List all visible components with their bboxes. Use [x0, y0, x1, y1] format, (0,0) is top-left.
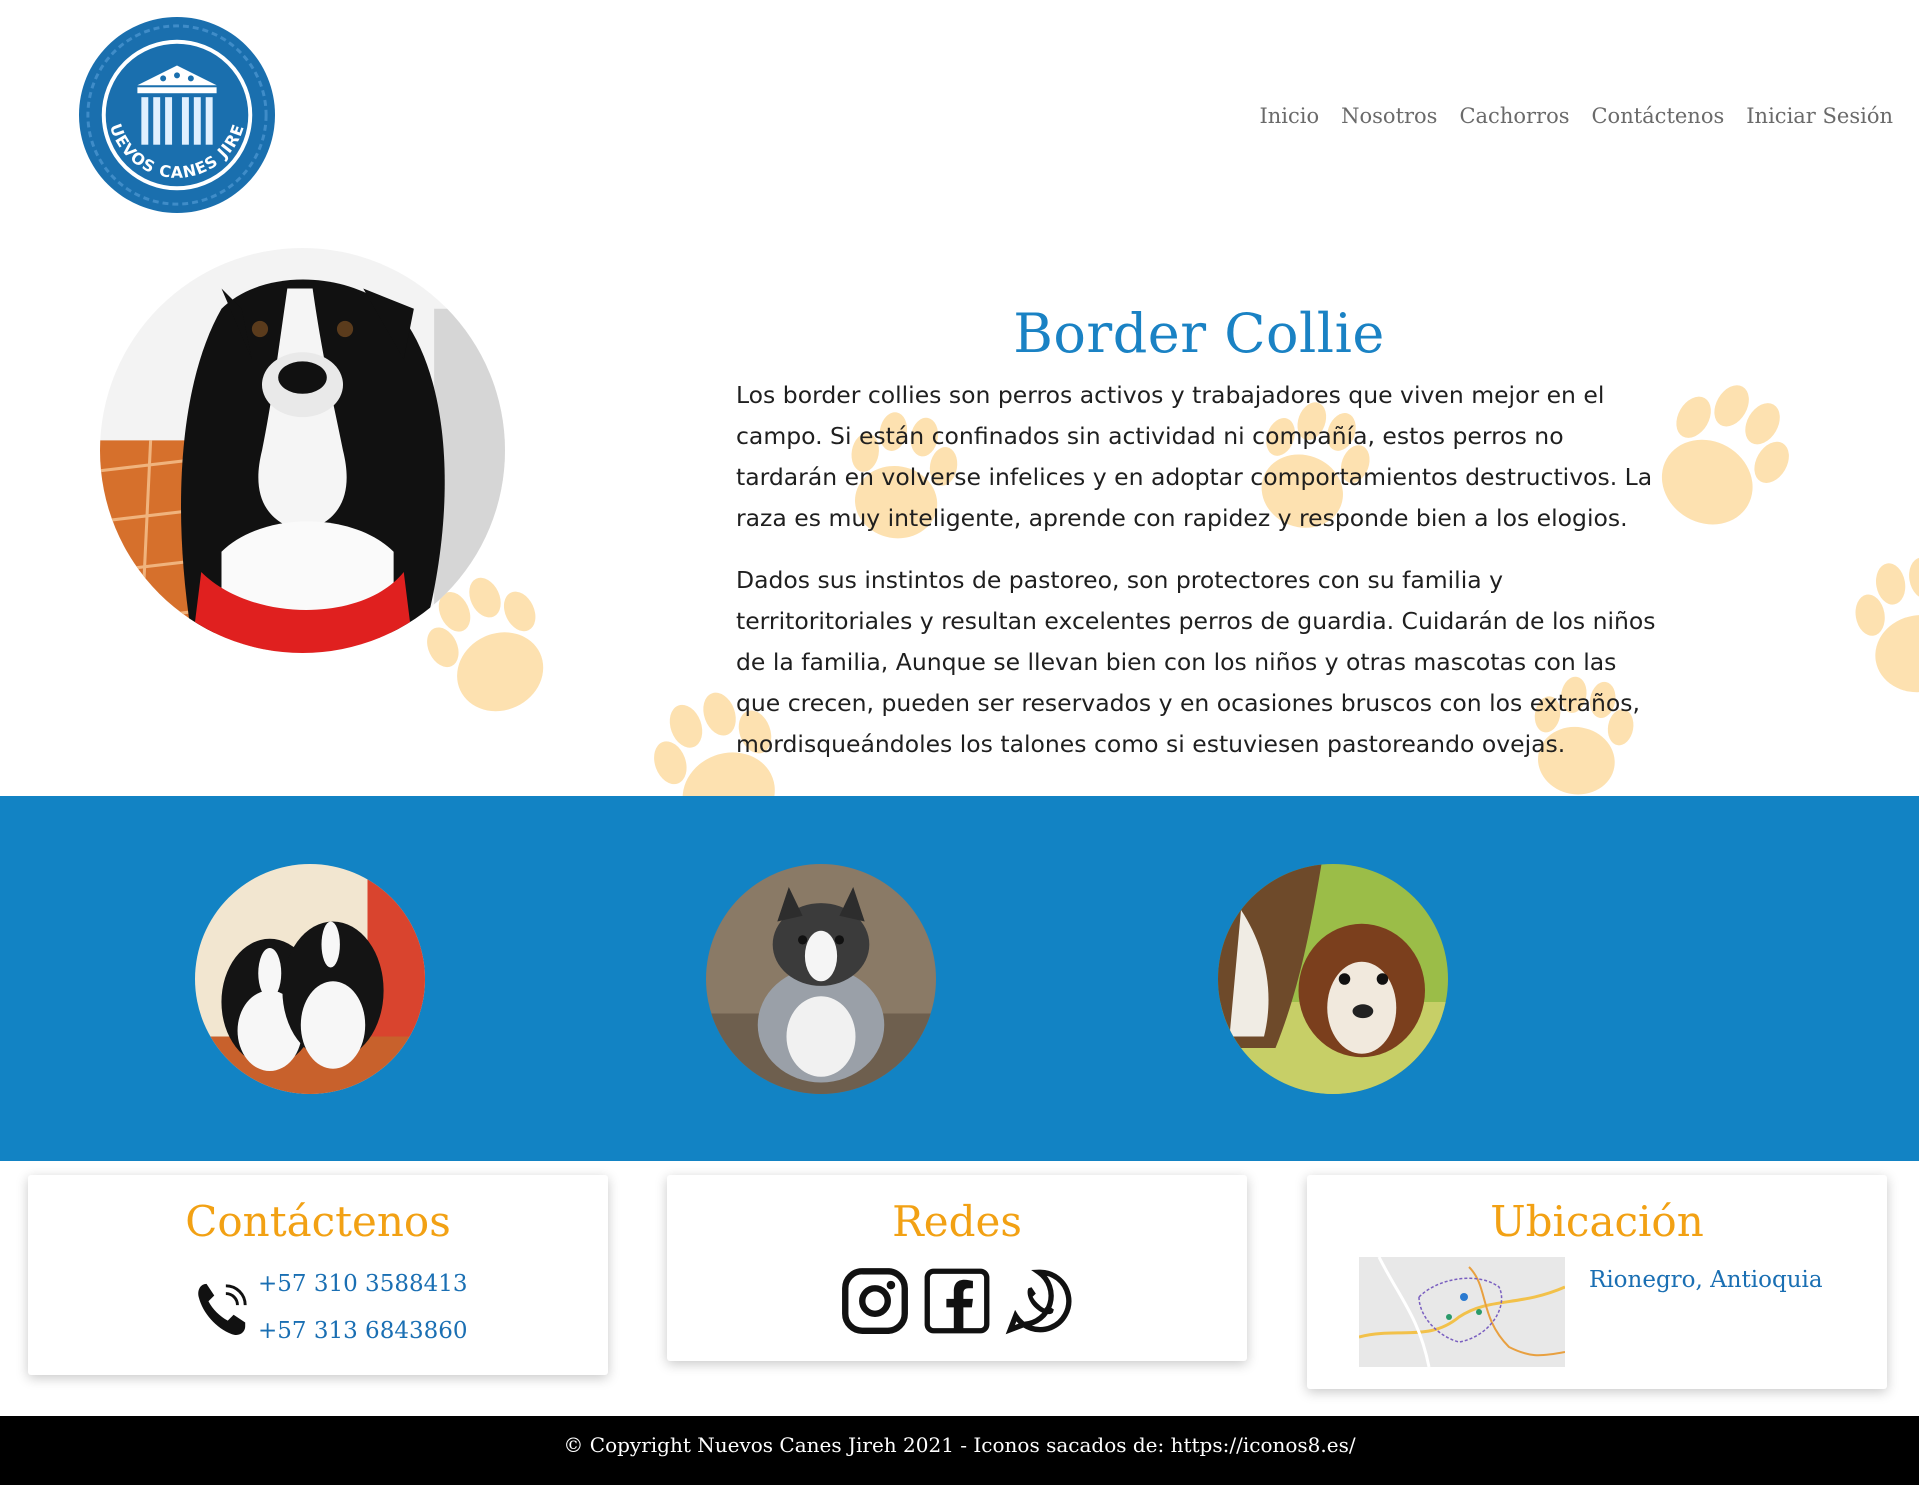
- phone-icon: [198, 1283, 247, 1336]
- puppies-photo-1: [195, 864, 425, 1094]
- nav-iniciar-sesion[interactable]: Iniciar Sesión: [1746, 104, 1893, 128]
- social-card: Redes: [667, 1175, 1247, 1361]
- phone-number-2[interactable]: +57 313 6843860: [258, 1318, 468, 1344]
- logo[interactable]: NUEVOS CANES JIREH: [78, 16, 276, 214]
- main-nav: Inicio Nosotros Cachorros Contáctenos In…: [1259, 104, 1893, 128]
- nav-cachorros[interactable]: Cachorros: [1459, 104, 1569, 128]
- hero-paragraph-1: Los border collies son perros activos y …: [736, 381, 1653, 532]
- nav-nosotros[interactable]: Nosotros: [1341, 104, 1437, 128]
- location-title: Ubicación: [1490, 1197, 1704, 1246]
- border-collie-photo: [100, 248, 505, 653]
- contact-title: Contáctenos: [185, 1197, 451, 1246]
- puppies-photo-2: [706, 864, 936, 1094]
- hero-paragraph-2: Dados sus instintos de pastoreo, son pro…: [736, 566, 1656, 758]
- page-title: Border Collie: [1013, 302, 1385, 365]
- nav-inicio[interactable]: Inicio: [1259, 104, 1319, 128]
- site-header: NUEVOS CANES JIREH Inicio Nosotros Cacho…: [0, 0, 1919, 230]
- footer-copyright: © Copyright Nuevos Canes Jireh 2021 - Ic…: [563, 1433, 1356, 1457]
- contact-card: Contáctenos +57 310 3588413 +57 313 6843…: [28, 1175, 608, 1375]
- hero-text: Border Collie Los border collies son per…: [736, 302, 1662, 786]
- map-thumbnail[interactable]: [1359, 1257, 1565, 1367]
- hero-section: Border Collie Los border collies son per…: [0, 230, 1919, 796]
- facebook-icon[interactable]: [923, 1267, 991, 1335]
- phone-number-1[interactable]: +57 310 3588413: [258, 1271, 468, 1297]
- nav-contactenos[interactable]: Contáctenos: [1591, 104, 1724, 128]
- puppies-band: [0, 796, 1919, 1161]
- location-label: Rionegro, Antioquia: [1589, 1267, 1823, 1293]
- whatsapp-icon[interactable]: [1005, 1267, 1073, 1335]
- location-card: Ubicación Rionegro, Antioquia: [1307, 1175, 1887, 1389]
- social-title: Redes: [892, 1197, 1022, 1246]
- puppies-photo-3: [1218, 864, 1448, 1094]
- footer: © Copyright Nuevos Canes Jireh 2021 - Ic…: [0, 1416, 1919, 1485]
- instagram-icon[interactable]: [841, 1267, 909, 1335]
